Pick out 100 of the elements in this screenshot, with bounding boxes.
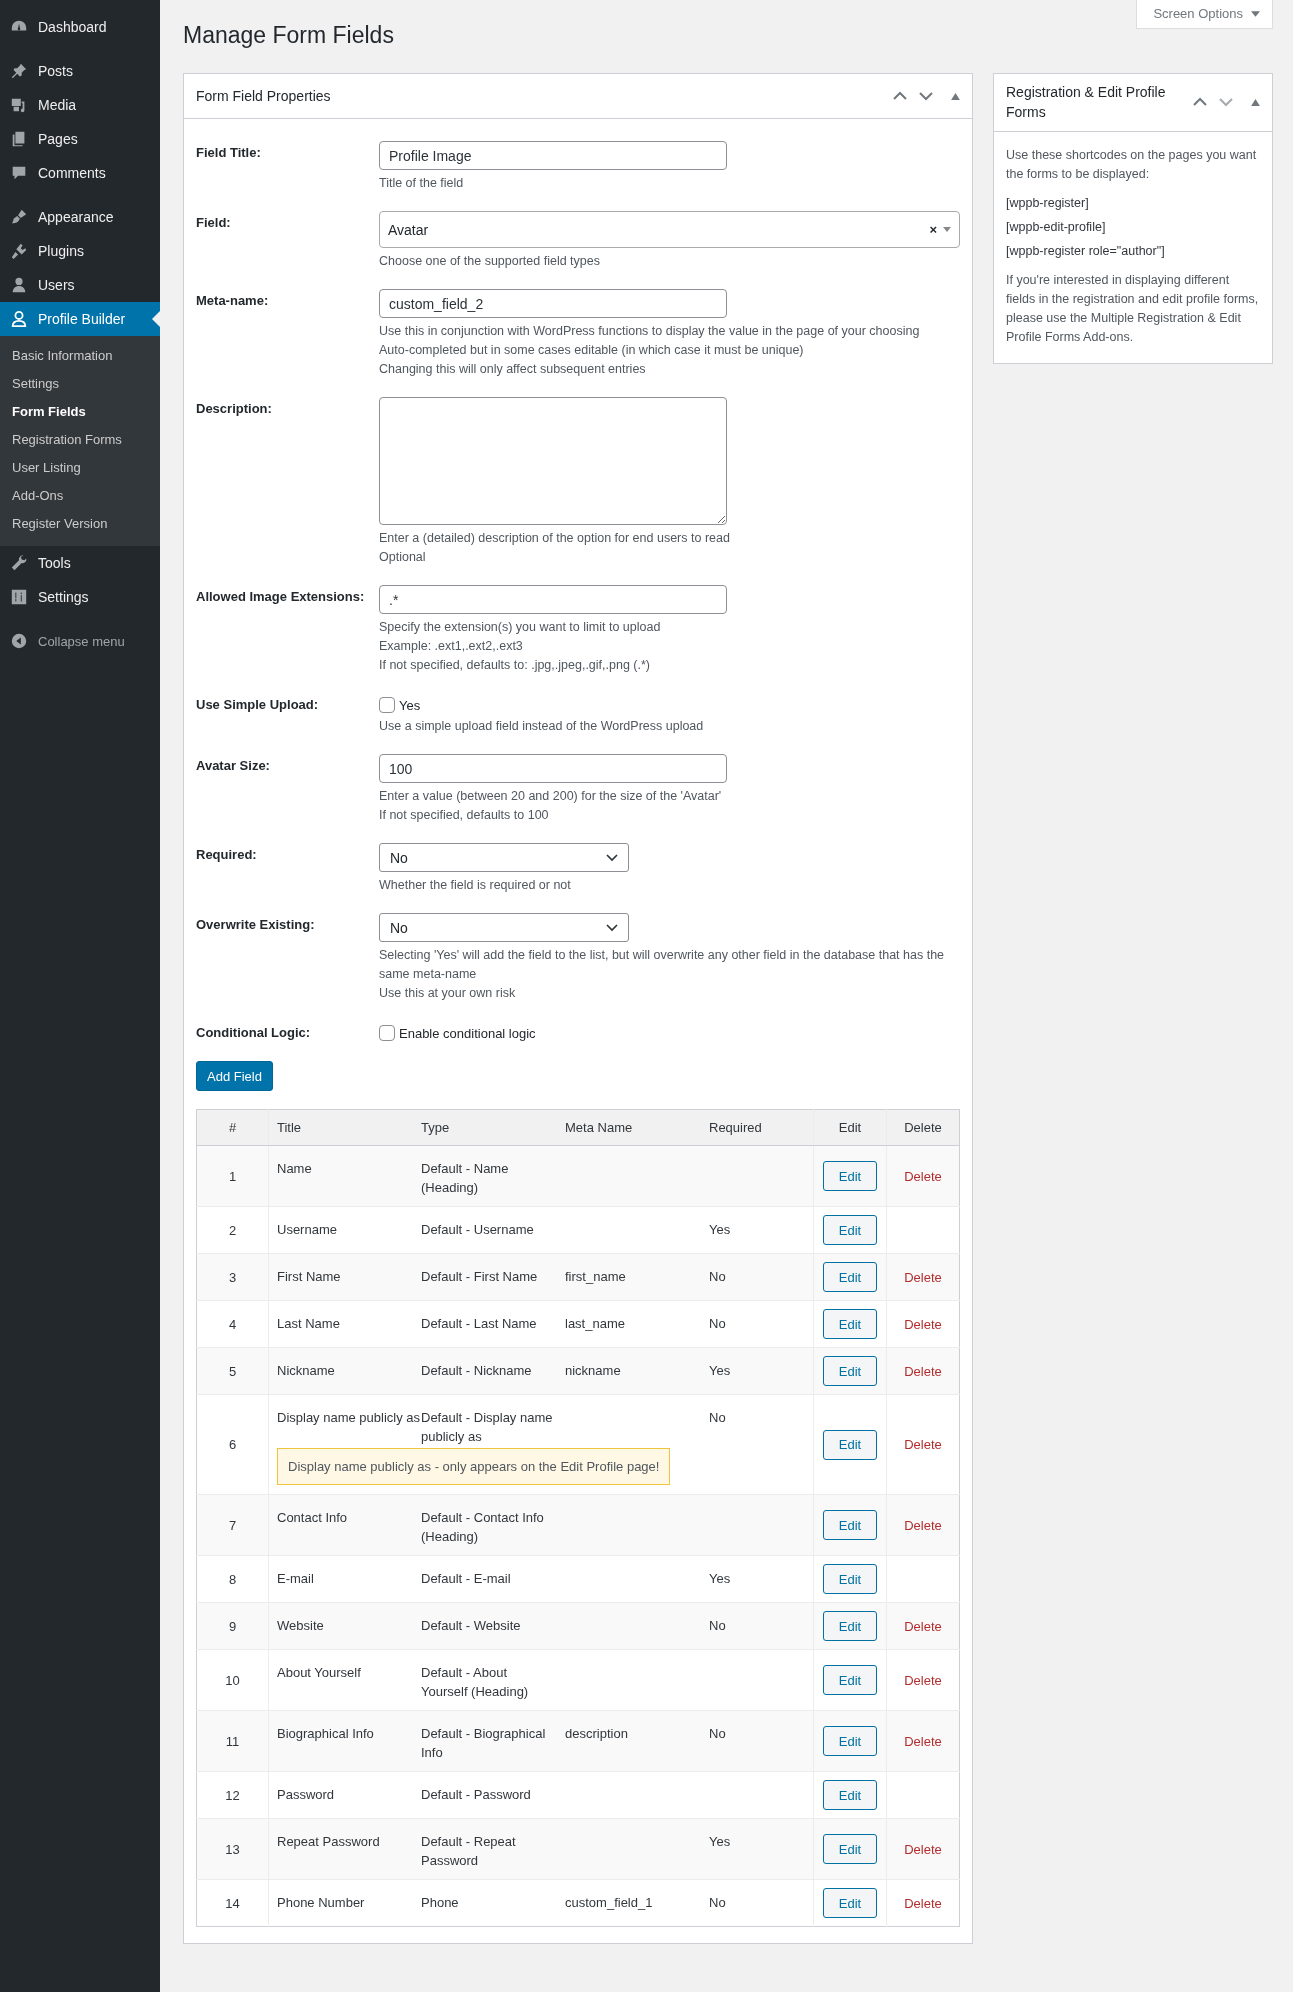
edit-button[interactable]: Edit (823, 1510, 877, 1540)
menu-item[interactable]: Plugins (0, 234, 160, 268)
submenu-item[interactable]: Form Fields (0, 398, 160, 426)
delete-link[interactable]: Delete (904, 1269, 942, 1285)
select-dropdown[interactable]: No (379, 913, 629, 942)
select-dropdown[interactable]: No (379, 843, 629, 872)
edit-button[interactable]: Edit (823, 1262, 877, 1292)
chevron-up-icon[interactable] (893, 91, 907, 101)
table-cell: No (709, 1316, 726, 1331)
menu-item[interactable]: Profile Builder (0, 302, 160, 336)
submenu-item[interactable]: Add-Ons (0, 482, 160, 510)
delete-link[interactable]: Delete (904, 1841, 942, 1857)
menu-item[interactable]: Users (0, 268, 160, 302)
table-cell: Repeat Password (277, 1834, 380, 1849)
field-label: Conditional Logic: (196, 1024, 312, 1041)
table-cell: Default - Password (421, 1787, 531, 1802)
edit-button[interactable]: Edit (823, 1611, 877, 1641)
chevron-down-icon (606, 853, 618, 862)
row-number: 3 (228, 1269, 237, 1285)
help-text: Enter a (detailed) description of the option for end users to read (379, 530, 731, 547)
submenu-item[interactable]: User Listing (0, 454, 160, 482)
table-cell: Default - About Yourself (Heading) (421, 1665, 529, 1699)
chevron-down-icon[interactable] (1219, 97, 1233, 108)
table-cell: description (565, 1726, 628, 1741)
table-cell: About Yourself (277, 1665, 361, 1680)
menu-item[interactable]: Media (0, 88, 160, 122)
text-field[interactable]: 100 (379, 754, 727, 783)
row-number: 6 (228, 1437, 237, 1452)
column-header: Meta Name (557, 1109, 701, 1146)
edit-button[interactable]: Edit (823, 1309, 877, 1339)
delete-link[interactable]: Delete (904, 1363, 942, 1379)
collapse-menu-button[interactable]: Collapse menu (0, 624, 160, 658)
checkbox[interactable] (379, 1025, 395, 1041)
edit-button[interactable]: Edit (823, 1780, 877, 1810)
help-text: Specify the extension(s) you want to limit to upload (379, 619, 662, 636)
edit-button[interactable]: Edit (823, 1888, 877, 1918)
row-number: 8 (228, 1571, 237, 1587)
submenu-item[interactable]: Basic Information (0, 342, 160, 370)
checkbox[interactable] (379, 697, 395, 713)
note-text: If you're interested in displaying different fields in the registration and edit profile forms, please use the Multiple Registration & Edit Profile Forms Add-ons. (1006, 271, 1260, 346)
submenu-item[interactable]: Registration Forms (0, 426, 160, 454)
table-cell: Contact Info (277, 1510, 348, 1525)
screen-options-button[interactable]: Screen Options (1136, 0, 1273, 29)
edit-button[interactable]: Edit (823, 1161, 877, 1191)
submenu-item[interactable]: Settings (0, 370, 160, 398)
menu-item[interactable]: Dashboard (0, 10, 160, 44)
delete-link[interactable]: Delete (904, 1437, 942, 1452)
row-number: 9 (228, 1618, 237, 1634)
menu-item[interactable]: Posts (0, 54, 160, 88)
row-number: 14 (225, 1895, 240, 1911)
edit-button[interactable]: Edit (823, 1429, 877, 1460)
table-cell: custom_field_1 (565, 1895, 653, 1910)
delete-link[interactable]: Delete (904, 1316, 942, 1332)
table-cell: Default - Last Name (421, 1316, 537, 1331)
delete-link[interactable]: Delete (904, 1168, 942, 1184)
triangle-up-icon[interactable] (1251, 98, 1260, 106)
edit-button[interactable]: Edit (823, 1215, 877, 1245)
table-cell: No (709, 1618, 726, 1633)
row-number: 12 (225, 1787, 240, 1803)
edit-button[interactable]: Edit (823, 1564, 877, 1594)
triangle-up-icon[interactable] (951, 92, 960, 100)
chevron-up-icon[interactable] (1193, 97, 1207, 108)
menu-item[interactable]: Tools (0, 546, 160, 580)
field-label: Meta-name: (196, 292, 270, 310)
delete-link[interactable]: Delete (904, 1672, 942, 1688)
intro-text: Use these shortcodes on the pages you want the forms to be displayed: (1006, 146, 1258, 183)
menu-item[interactable]: Settings (0, 580, 160, 614)
delete-link[interactable]: Delete (904, 1733, 942, 1749)
help-text: Optional (379, 549, 427, 566)
edit-button[interactable]: Edit (823, 1726, 877, 1756)
table-cell: Default - Nickname (421, 1363, 532, 1378)
delete-link[interactable]: Delete (904, 1517, 942, 1533)
menu-item[interactable]: Appearance (0, 200, 160, 234)
row-number: 10 (225, 1672, 240, 1688)
delete-link[interactable]: Delete (904, 1618, 942, 1634)
table-cell: Default - Website (421, 1618, 521, 1633)
delete-link[interactable]: Delete (904, 1895, 942, 1911)
text-field[interactable]: .* (379, 585, 727, 614)
submenu-item[interactable]: Register Version (0, 510, 160, 538)
edit-button[interactable]: Edit (823, 1356, 877, 1386)
menu-item[interactable]: Comments (0, 156, 160, 190)
field-label: Field Title: (196, 144, 262, 162)
text-field[interactable]: Profile Image (379, 141, 727, 170)
chevron-down-icon[interactable] (919, 91, 933, 101)
edit-button[interactable]: Edit (823, 1834, 877, 1864)
table-cell: Default - Biographical Info (421, 1726, 546, 1760)
wrench-icon (10, 554, 28, 572)
current-pointer-icon (152, 311, 160, 327)
clear-icon[interactable]: × (929, 222, 937, 237)
add-field-button[interactable]: Add Field (196, 1061, 273, 1091)
menu-item[interactable]: Pages (0, 122, 160, 156)
description-textarea[interactable] (379, 397, 727, 525)
field-type-dropdown[interactable]: Avatar × (379, 211, 960, 248)
user-icon (10, 276, 28, 294)
column-header: Required (701, 1109, 814, 1146)
column-header: Title (268, 1109, 413, 1146)
column-header: Delete (886, 1109, 960, 1146)
edit-button[interactable]: Edit (823, 1665, 877, 1695)
row-number: 11 (225, 1733, 240, 1749)
text-field[interactable]: custom_field_2 (379, 289, 727, 318)
